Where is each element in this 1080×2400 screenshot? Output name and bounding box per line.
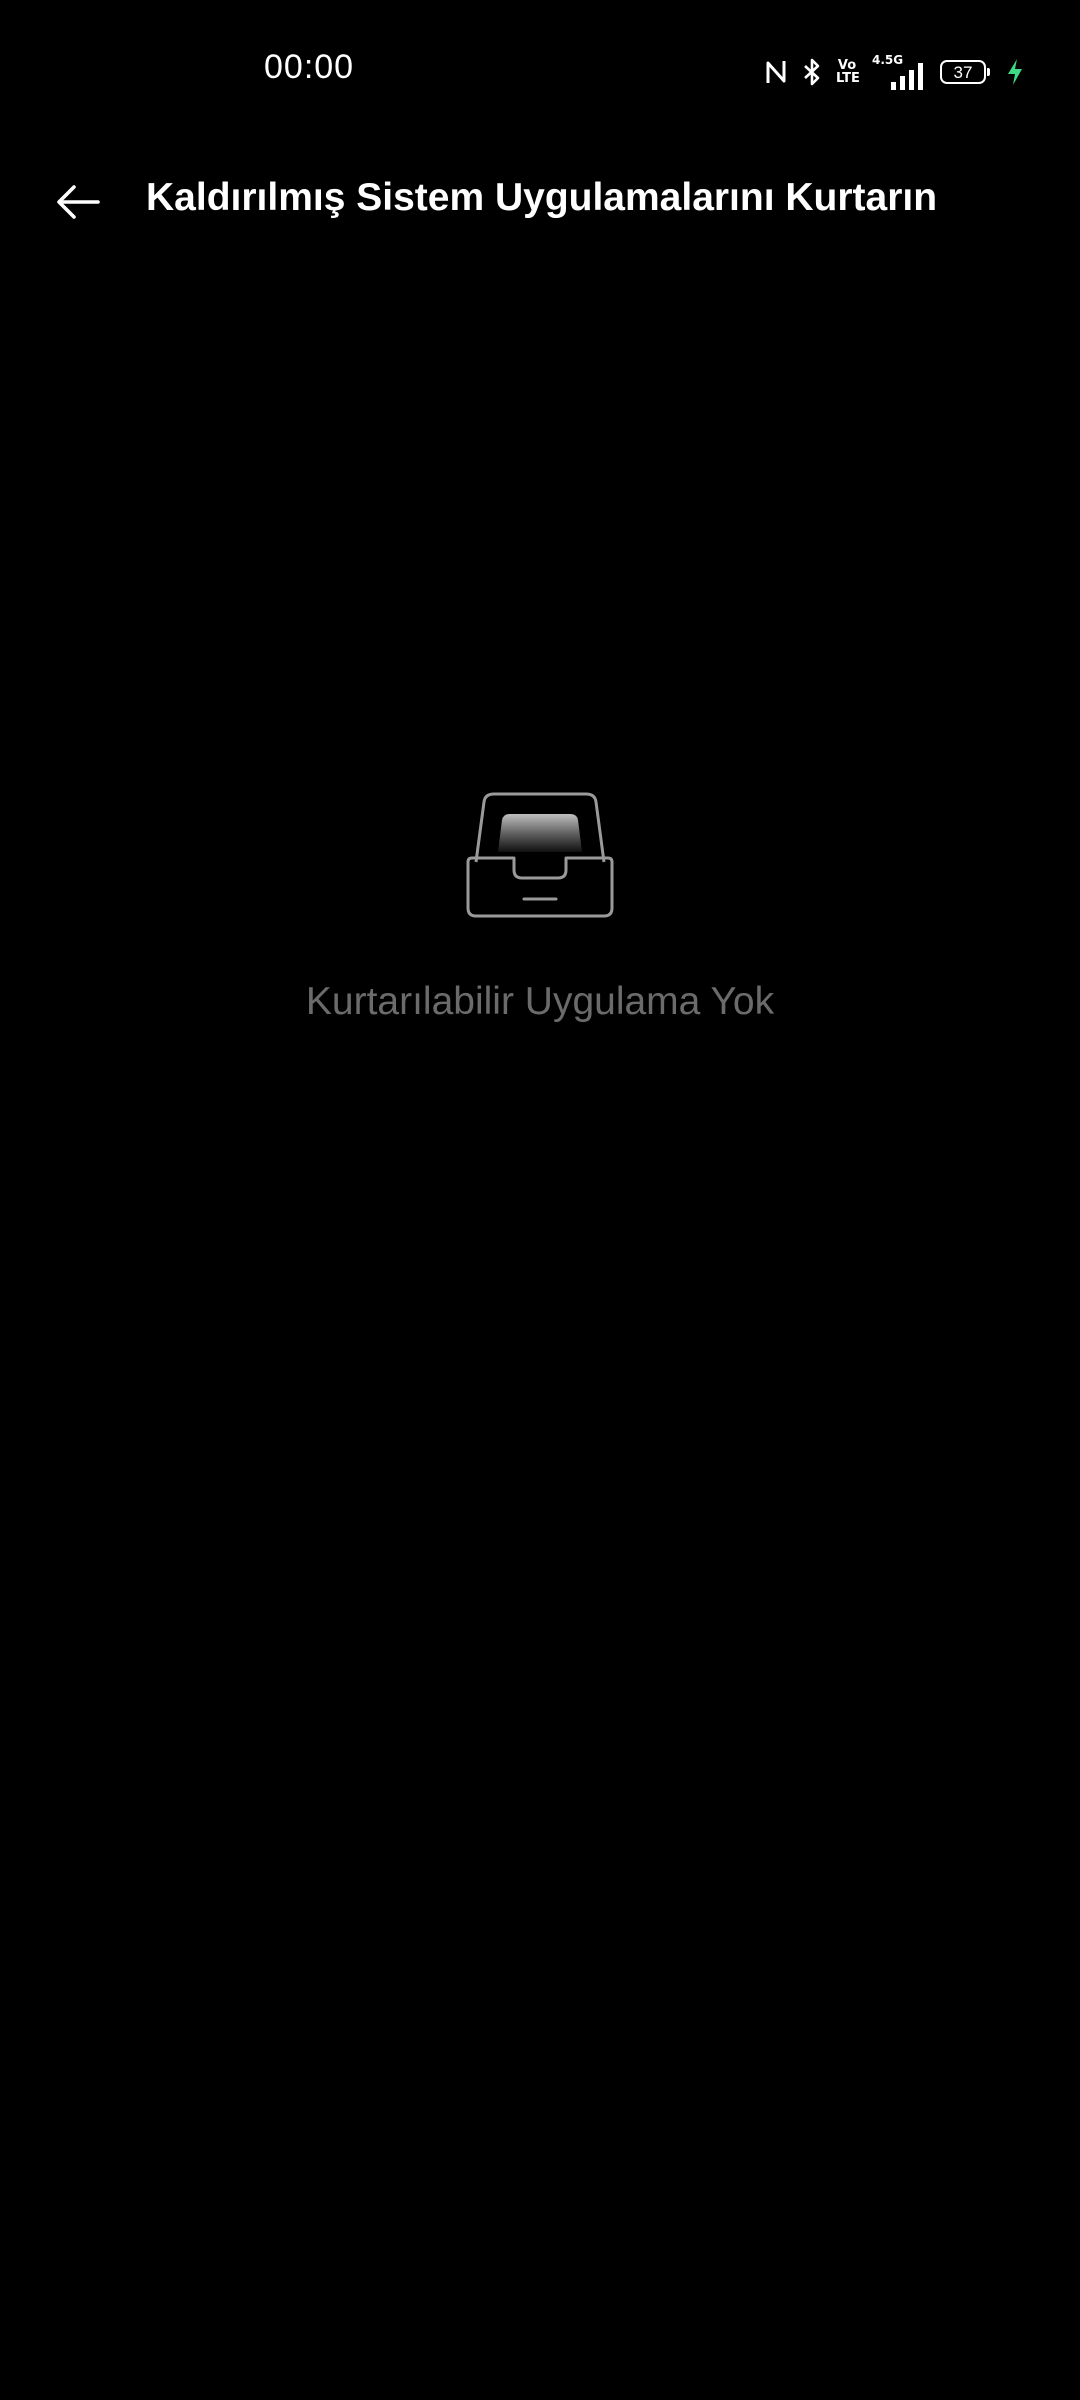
arrow-left-icon [57, 185, 100, 219]
charging-icon [1006, 58, 1024, 86]
status-time: 00:00 [264, 48, 355, 86]
signal-icon: 4.5G [872, 54, 926, 90]
empty-state: Kurtarılabilir Uygulama Yok [0, 790, 1080, 1024]
battery-icon: 37 [940, 60, 990, 84]
status-icons: Vo LTE 4.5G 37 [764, 52, 1024, 92]
bluetooth-icon [802, 58, 822, 86]
battery-level: 37 [953, 62, 973, 82]
app-bar: Kaldırılmış Sistem Uygulamalarını Kurtar… [0, 160, 1080, 240]
empty-tray-icon [466, 792, 614, 918]
nfc-icon [764, 59, 788, 85]
empty-message: Kurtarılabilir Uygulama Yok [305, 980, 775, 1023]
status-bar: 00:00 Vo LTE 4.5G 37 [0, 0, 1080, 140]
volte-icon: Vo LTE [836, 58, 860, 86]
back-button[interactable] [48, 172, 108, 232]
page-title: Kaldırılmış Sistem Uygulamalarını Kurtar… [146, 176, 938, 219]
